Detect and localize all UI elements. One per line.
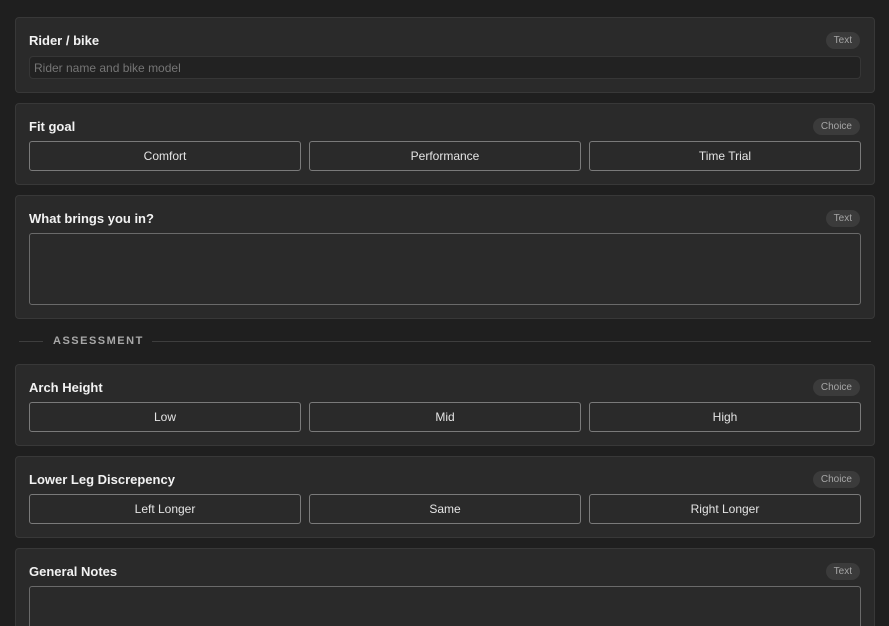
field-type-badge: Choice [812, 118, 860, 135]
leg-discrepancy-label: Lower Leg Discrepency [29, 472, 175, 487]
general-notes-label: General Notes [29, 564, 118, 579]
divider-line [19, 341, 43, 342]
intake-form: Rider / bike Text Fit goal Choice Comfor… [0, 0, 889, 626]
rider-bike-card: Rider / bike Text [15, 17, 875, 93]
field-type-badge: Text [825, 210, 860, 227]
arch-height-option-mid[interactable]: Mid [309, 402, 581, 432]
section-divider-assessment: ASSESSMENT [19, 333, 871, 349]
fit-goal-label: Fit goal [29, 119, 76, 134]
reason-label: What brings you in? [29, 211, 154, 226]
divider-line [152, 341, 871, 342]
fit-goal-choices: Comfort Performance Time Trial [29, 141, 861, 171]
arch-height-label: Arch Height [29, 380, 103, 395]
section-title: ASSESSMENT [53, 335, 144, 347]
field-type-badge: Choice [812, 379, 860, 396]
leg-discrepancy-option-same[interactable]: Same [309, 494, 581, 524]
fit-goal-card: Fit goal Choice Comfort Performance Time… [15, 103, 875, 185]
general-notes-textarea[interactable] [29, 586, 861, 626]
leg-discrepancy-option-left-longer[interactable]: Left Longer [29, 494, 301, 524]
field-type-badge: Text [825, 32, 860, 49]
fit-goal-option-comfort[interactable]: Comfort [29, 141, 301, 171]
fit-goal-option-performance[interactable]: Performance [309, 141, 581, 171]
arch-height-option-low[interactable]: Low [29, 402, 301, 432]
reason-card: What brings you in? Text [15, 195, 875, 319]
fit-goal-option-time-trial[interactable]: Time Trial [589, 141, 861, 171]
rider-bike-label: Rider / bike [29, 33, 100, 48]
field-type-badge: Text [825, 563, 860, 580]
field-type-badge: Choice [812, 471, 860, 488]
arch-height-card: Arch Height Choice Low Mid High [15, 364, 875, 446]
general-notes-card: General Notes Text [15, 548, 875, 626]
rider-bike-input[interactable] [29, 56, 861, 79]
leg-discrepancy-option-right-longer[interactable]: Right Longer [589, 494, 861, 524]
leg-discrepancy-choices: Left Longer Same Right Longer [29, 494, 861, 524]
arch-height-option-high[interactable]: High [589, 402, 861, 432]
leg-discrepancy-card: Lower Leg Discrepency Choice Left Longer… [15, 456, 875, 538]
arch-height-choices: Low Mid High [29, 402, 861, 432]
reason-textarea[interactable] [29, 233, 861, 305]
